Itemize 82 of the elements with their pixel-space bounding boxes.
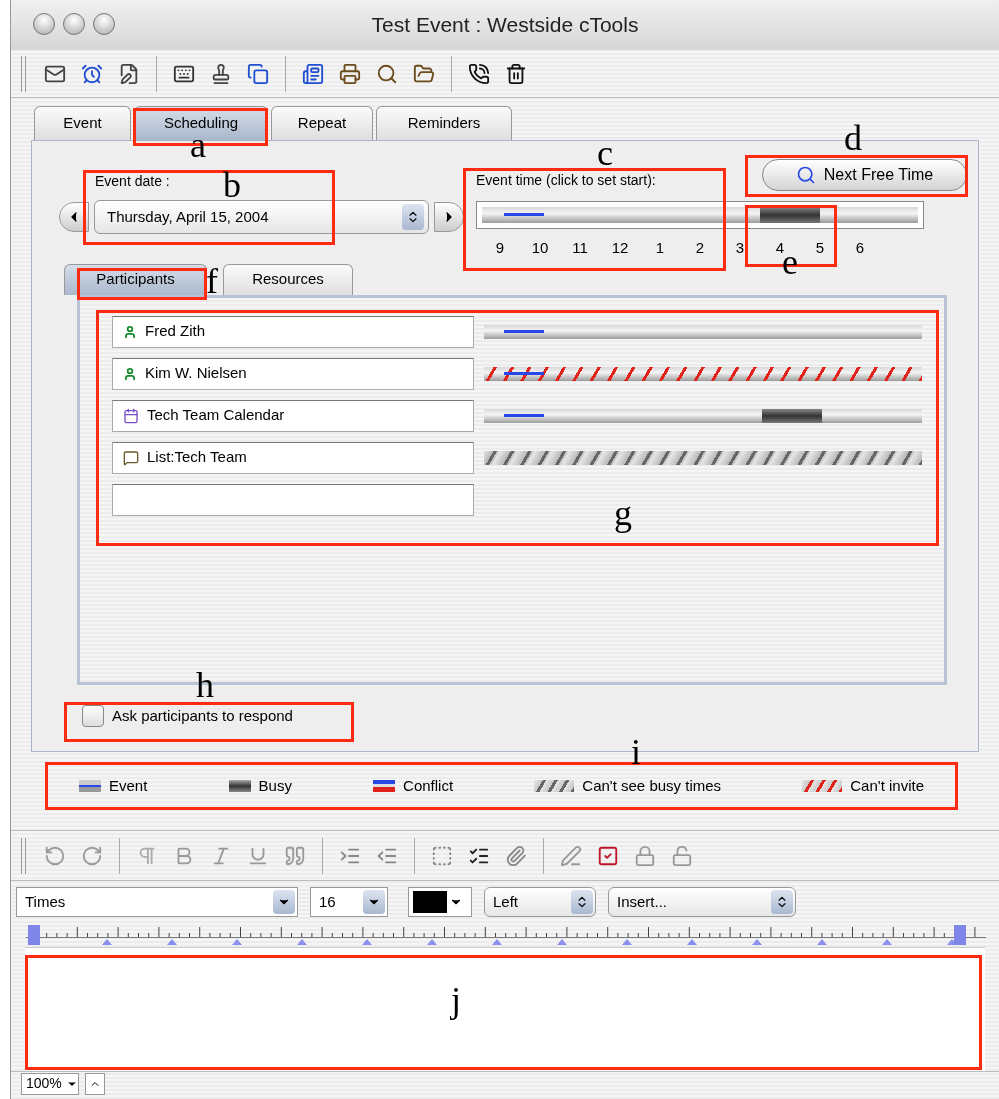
- hour-label: 1: [654, 238, 666, 258]
- zoom-dropdown[interactable]: 100%: [21, 1072, 79, 1095]
- time-track[interactable]: [476, 201, 924, 229]
- undo-icon: [44, 844, 66, 867]
- checkbox[interactable]: [82, 704, 104, 727]
- color-swatch: [413, 891, 447, 913]
- pen-icon: [560, 844, 582, 867]
- annotation-letter: f: [206, 263, 218, 299]
- insert-dropdown[interactable]: Insert...: [608, 887, 796, 917]
- annotation-letter: h: [196, 667, 214, 703]
- tab[interactable]: Participants: [64, 263, 207, 295]
- legend-label: Busy: [258, 775, 292, 796]
- document-icon: [302, 62, 324, 85]
- redo-icon: [81, 844, 103, 867]
- phone-icon: [468, 62, 490, 85]
- alignment-dropdown[interactable]: Left: [484, 887, 596, 917]
- paperclip-icon: [505, 844, 527, 867]
- annotation-letter: i: [631, 734, 641, 770]
- legend-swatch: [534, 780, 575, 792]
- hour-label: 12: [610, 238, 630, 258]
- legend-swatch: [802, 780, 843, 792]
- legend-label: Event: [109, 775, 148, 796]
- hour-label: 2: [694, 238, 706, 258]
- next-day-button[interactable]: [434, 202, 464, 232]
- printer-icon: [339, 62, 361, 85]
- checkbox-icon: [597, 844, 619, 867]
- participant-field[interactable]: Tech Team Calendar: [112, 399, 474, 432]
- trash-icon: [505, 62, 527, 85]
- tab[interactable]: Event: [34, 106, 131, 140]
- next-free-time-button[interactable]: Next Free Time: [762, 159, 967, 191]
- legend-swatch: [228, 780, 251, 792]
- legend-swatch: [373, 780, 396, 792]
- window-title: Test Event : Westside cTools: [371, 12, 639, 39]
- hour-label: 4: [774, 238, 786, 257]
- date-dropdown[interactable]: Thursday, April 15, 2004: [94, 200, 429, 234]
- person-icon: [123, 366, 137, 381]
- event-time-label: Event time (click to set start):: [476, 171, 656, 190]
- dashed-square-icon: [431, 844, 453, 867]
- hour-label: 5: [814, 238, 826, 258]
- annotation-letter: g: [614, 495, 632, 531]
- event-date-label: Event date :: [95, 172, 170, 191]
- annotation-letter: b: [223, 167, 241, 203]
- legend-label: Can't see busy times: [582, 775, 722, 796]
- hour-label: 10: [530, 238, 550, 258]
- list-icon: [123, 449, 139, 466]
- annotation-letter: j: [451, 982, 461, 1018]
- tab[interactable]: Repeat: [271, 106, 373, 140]
- legend-label: Conflict: [403, 775, 454, 796]
- color-dropdown[interactable]: [408, 887, 472, 917]
- copy-icon: [247, 62, 269, 85]
- window-control-button[interactable]: [63, 13, 85, 35]
- hour-label: 9: [494, 238, 506, 258]
- hour-label: 3: [734, 238, 746, 258]
- legend-swatch: [79, 780, 101, 792]
- document-edit-icon: [118, 62, 140, 85]
- scroll-up-button[interactable]: [84, 1072, 105, 1095]
- checkbox-label: Ask participants to respond: [112, 705, 293, 726]
- hour-label: 11: [571, 238, 589, 258]
- participant-field[interactable]: Fred Zith: [112, 315, 474, 348]
- unlock-icon: [671, 844, 693, 867]
- annotation-letter: d: [844, 120, 862, 156]
- folder-icon: [413, 62, 435, 85]
- participant-field[interactable]: List:Tech Team: [112, 441, 474, 474]
- tab[interactable]: Reminders: [376, 106, 512, 140]
- calendar-icon: [123, 407, 139, 424]
- font-dropdown[interactable]: Times: [16, 887, 298, 917]
- legend-label: Can't invite: [850, 775, 924, 796]
- lock-icon: [634, 844, 656, 867]
- window-control-button[interactable]: [33, 13, 55, 35]
- hour-label: 6: [854, 238, 866, 258]
- person-icon: [123, 324, 137, 339]
- search-icon: [376, 62, 398, 85]
- alarm-clock-icon: [81, 62, 103, 85]
- size-dropdown[interactable]: 16: [310, 887, 388, 917]
- stamp-icon: [210, 62, 232, 85]
- quote-icon: [284, 844, 306, 867]
- tab[interactable]: Resources: [223, 263, 353, 295]
- participant-field[interactable]: Kim W. Nielsen: [112, 357, 474, 390]
- annotation-letter: c: [597, 135, 613, 171]
- window-control-button[interactable]: [93, 13, 115, 35]
- participant-input-field[interactable]: [112, 483, 474, 516]
- search-icon: [795, 165, 816, 185]
